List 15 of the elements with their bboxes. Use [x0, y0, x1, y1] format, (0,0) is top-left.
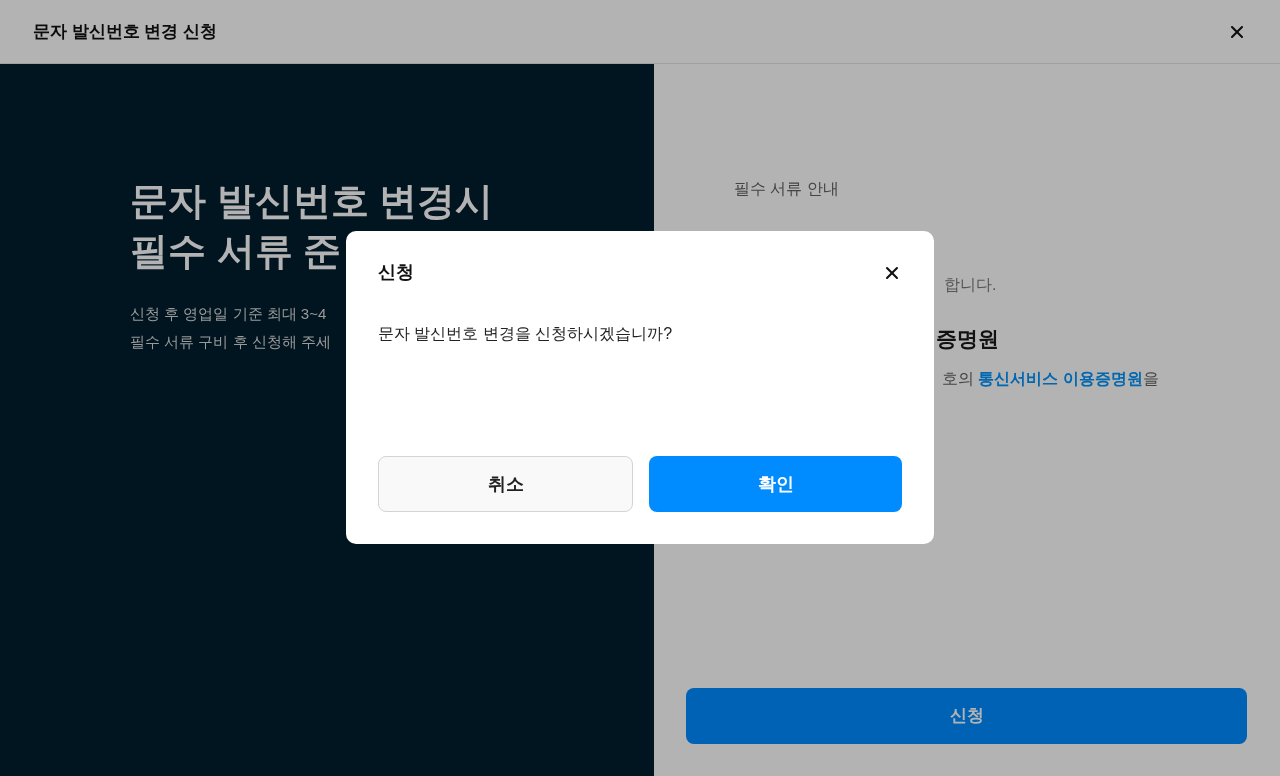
documents-note: 합니다. [944, 275, 997, 295]
documents-heading: 필수 서류 안내 [734, 179, 839, 199]
intro-heading-line: 필수 서류 준 [130, 229, 342, 274]
dialog-message: 문자 발신번호 변경을 신청하시겠습니까? [378, 324, 673, 344]
cancel-button[interactable]: 취소 [378, 456, 633, 512]
dialog-title: 신청 [378, 261, 414, 284]
confirm-button[interactable]: 확인 [649, 456, 902, 512]
intro-heading-line: 문자 발신번호 변경시 [130, 179, 494, 224]
document-title: 증명원 [936, 326, 999, 352]
window-title: 문자 발신번호 변경 신청 [33, 20, 218, 43]
document-link[interactable]: 통신서비스 이용증명원 [978, 369, 1143, 387]
submit-button[interactable]: 신청 [686, 688, 1247, 744]
document-description: 호의 통신서비스 이용증명원을 [942, 368, 1159, 389]
intro-description-line: 필수 서류 구비 후 신청해 주세 [130, 332, 331, 352]
intro-description-line: 신청 후 영업일 기준 최대 3~4 [130, 304, 327, 324]
